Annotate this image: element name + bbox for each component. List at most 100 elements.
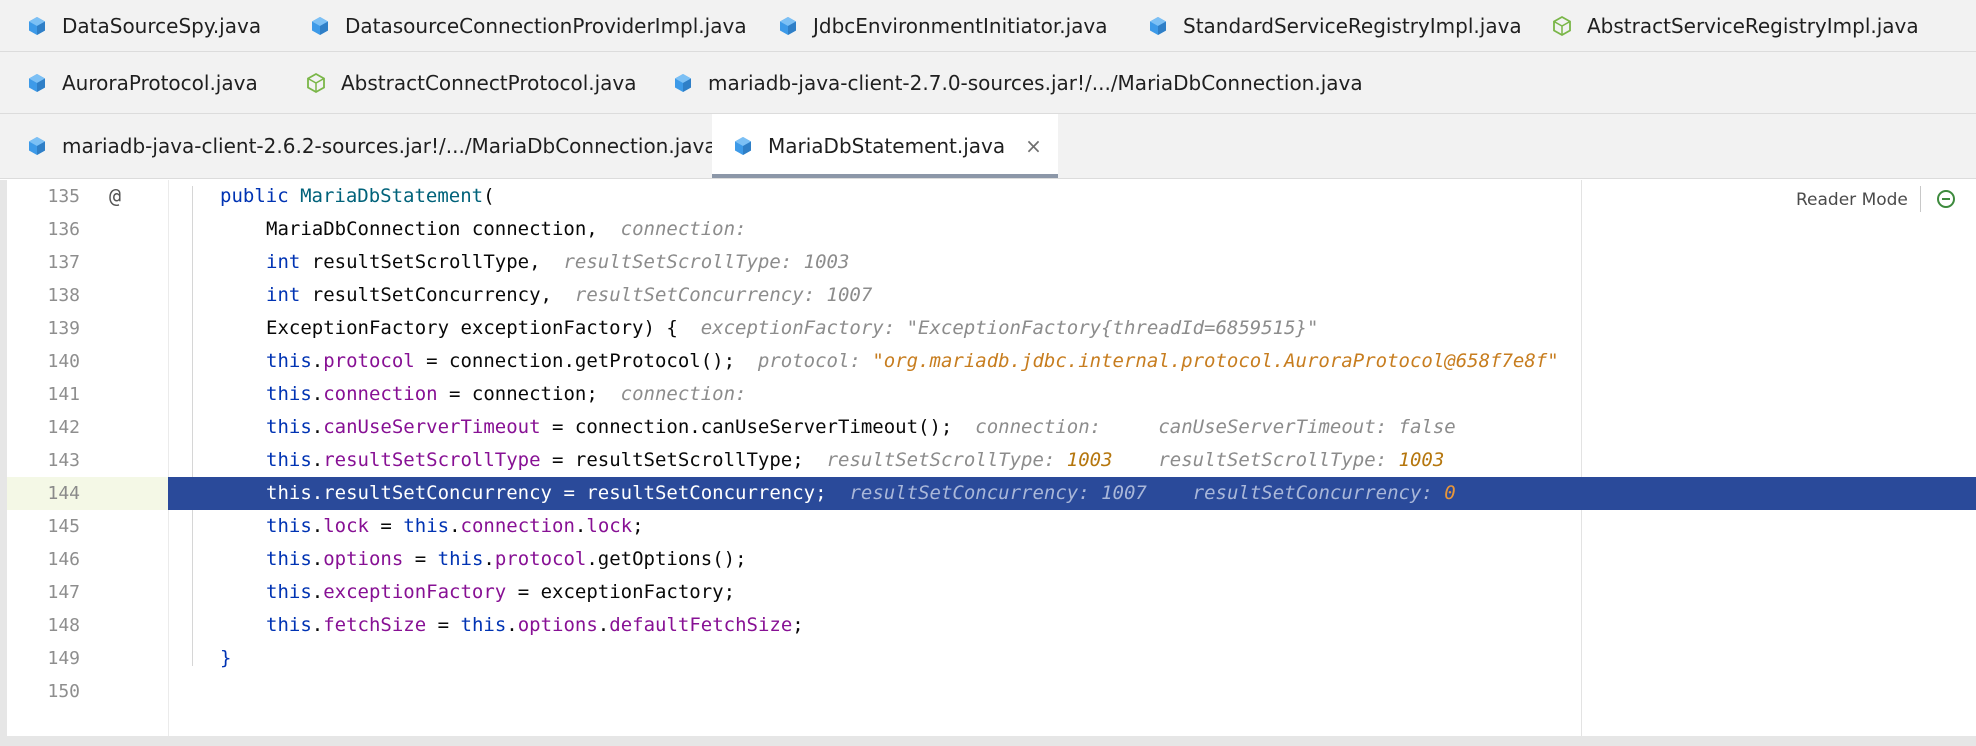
code-text: }	[220, 647, 232, 669]
inline-debug-value: connection:	[620, 218, 747, 240]
inline-debug-value: 1003	[1398, 449, 1445, 471]
tab-label: DataSourceSpy.java	[62, 13, 262, 38]
tab-label: AbstractConnectProtocol.java	[341, 70, 637, 95]
inline-debug-value: exceptionFactory:	[700, 317, 907, 339]
code-line-140: 140 this.protocol = connection.getProtoc…	[7, 345, 1976, 378]
code-text: this.fetchSize = this.options.defaultFet…	[266, 614, 804, 636]
line-number: 140	[47, 351, 80, 372]
java-class-icon	[309, 15, 331, 37]
tab-mariadb-connection-270[interactable]: mariadb-java-client-2.7.0-sources.jar!/.…	[672, 52, 1363, 113]
line-number: 143	[47, 450, 80, 471]
annotation-gutter-icon[interactable]: @	[109, 180, 121, 213]
code-line-145: 145 this.lock = this.connection.lock;	[7, 510, 1976, 543]
tab-row-1: DataSourceSpy.java DatasourceConnectionP…	[0, 0, 1976, 52]
tab-mariadb-statement[interactable]: MariaDbStatement.java ×	[712, 114, 1058, 178]
inline-debug-value: 1003	[1066, 449, 1113, 471]
tab-label: MariaDbStatement.java	[768, 134, 1006, 158]
tab-standard-service-registry[interactable]: StandardServiceRegistryImpl.java	[1147, 0, 1522, 51]
code-line-147: 147 this.exceptionFactory = exceptionFac…	[7, 576, 1976, 609]
code-line-136: 136 MariaDbConnection connection, connec…	[7, 213, 1976, 246]
code-line-141: 141 this.connection = connection; connec…	[7, 378, 1976, 411]
inline-debug-value: resultSetScrollType:	[1158, 449, 1399, 471]
line-number: 146	[47, 549, 80, 570]
tab-abstract-service-registry[interactable]: AbstractServiceRegistryImpl.java	[1551, 0, 1919, 51]
java-class-icon	[732, 135, 754, 157]
code-text: this.lock = this.connection.lock;	[266, 515, 644, 537]
inline-debug-value: canUseServerTimeout: false	[1158, 416, 1456, 438]
code-line-148: 148 this.fetchSize = this.options.defaul…	[7, 609, 1976, 642]
code-text: this.canUseServerTimeout = connection.ca…	[266, 416, 1456, 438]
inline-debug-value: 0	[1444, 482, 1456, 504]
java-class-icon	[672, 72, 694, 94]
line-number: 144	[7, 477, 168, 510]
code-line-137: 137 int resultSetScrollType, resultSetSc…	[7, 246, 1976, 279]
tab-label: DatasourceConnectionProviderImpl.java	[345, 13, 747, 38]
tab-abstract-connect-protocol[interactable]: AbstractConnectProtocol.java	[305, 52, 637, 113]
tab-label: mariadb-java-client-2.7.0-sources.jar!/.…	[708, 70, 1363, 95]
inline-debug-value: resultSetScrollType: 1003	[563, 251, 850, 273]
tab-row-3: mariadb-java-client-2.6.2-sources.jar!/.…	[0, 114, 1976, 179]
tab-label: StandardServiceRegistryImpl.java	[1183, 13, 1522, 38]
line-number: 145	[47, 516, 80, 537]
inline-debug-value: resultSetConcurrency: 1007	[849, 482, 1147, 504]
line-number: 142	[47, 417, 80, 438]
code-text: int resultSetScrollType, resultSetScroll…	[266, 251, 850, 273]
line-number: 138	[47, 285, 80, 306]
code-text: this.exceptionFactory = exceptionFactory…	[266, 581, 736, 603]
code-text: MariaDbConnection connection, connection…	[266, 218, 747, 240]
line-number: 137	[47, 252, 80, 273]
code-text: this.connection = connection; connection…	[266, 383, 747, 405]
code-editor[interactable]: Reader Mode 135 @ public MariaDbStatemen…	[0, 180, 1976, 736]
line-number: 141	[47, 384, 80, 405]
tab-datasourcespy[interactable]: DataSourceSpy.java	[26, 0, 261, 51]
code-line-138: 138 int resultSetConcurrency, resultSetC…	[7, 279, 1976, 312]
java-class-icon	[26, 135, 48, 157]
line-number: 139	[47, 318, 80, 339]
java-class-icon	[1147, 15, 1169, 37]
horizontal-scrollbar[interactable]	[0, 736, 1976, 746]
close-icon[interactable]: ×	[1025, 134, 1042, 158]
line-number: 149	[47, 648, 80, 669]
tab-label: AbstractServiceRegistryImpl.java	[1587, 13, 1919, 38]
line-number: 135	[47, 186, 80, 207]
tab-datasource-connection-provider[interactable]: DatasourceConnectionProviderImpl.java	[309, 0, 747, 51]
code-text: ExceptionFactory exceptionFactory) { exc…	[266, 317, 1319, 339]
code-line-142: 142 this.canUseServerTimeout = connectio…	[7, 411, 1976, 444]
code-line-135: 135 @ public MariaDbStatement(	[7, 180, 1976, 213]
code-line-149: 149 }	[7, 642, 1976, 675]
tab-mariadb-connection-262[interactable]: mariadb-java-client-2.6.2-sources.jar!/.…	[26, 114, 717, 178]
java-abstract-class-icon	[1551, 15, 1573, 37]
code-line-144-current: 144 this.resultSetConcurrency = resultSe…	[7, 477, 1976, 510]
tab-label: JdbcEnvironmentInitiator.java	[813, 13, 1108, 38]
java-abstract-class-icon	[305, 72, 327, 94]
inline-debug-value: resultSetConcurrency: 1007	[574, 284, 873, 306]
code-text: this.protocol = connection.getProtocol()…	[266, 350, 1559, 372]
code-text: this.resultSetScrollType = resultSetScro…	[266, 449, 1445, 471]
code-text: public MariaDbStatement(	[220, 185, 495, 207]
line-number: 147	[47, 582, 80, 603]
inline-debug-value: "ExceptionFactory{threadId=6859515}"	[906, 317, 1319, 339]
inline-debug-value: connection:	[975, 416, 1102, 438]
editor-left-border	[0, 180, 7, 736]
java-class-icon	[777, 15, 799, 37]
code-text: this.resultSetConcurrency = resultSetCon…	[266, 482, 1456, 504]
tab-label: AuroraProtocol.java	[62, 70, 258, 95]
inline-debug-value: resultSetConcurrency:	[1192, 482, 1445, 504]
inline-debug-value: protocol:	[757, 350, 873, 372]
inline-debug-value: connection:	[620, 383, 747, 405]
line-number: 150	[47, 681, 80, 702]
code-line-143: 143 this.resultSetScrollType = resultSet…	[7, 444, 1976, 477]
tab-row-2: AuroraProtocol.java AbstractConnectProto…	[0, 52, 1976, 114]
tab-jdbc-environment-initiator[interactable]: JdbcEnvironmentInitiator.java	[777, 0, 1108, 51]
tab-label: mariadb-java-client-2.6.2-sources.jar!/.…	[62, 134, 717, 158]
code-line-150: 150	[7, 675, 1976, 708]
java-class-icon	[26, 15, 48, 37]
code-text: int resultSetConcurrency, resultSetConcu…	[266, 284, 873, 306]
inline-debug-value: "org.mariadb.jdbc.internal.protocol.Auro…	[872, 350, 1559, 372]
code-text: this.options = this.protocol.getOptions(…	[266, 548, 747, 570]
code-line-139: 139 ExceptionFactory exceptionFactory) {…	[7, 312, 1976, 345]
code-line-146: 146 this.options = this.protocol.getOpti…	[7, 543, 1976, 576]
inline-debug-value: resultSetScrollType:	[826, 449, 1067, 471]
line-number: 148	[47, 615, 80, 636]
tab-aurora-protocol[interactable]: AuroraProtocol.java	[26, 52, 258, 113]
